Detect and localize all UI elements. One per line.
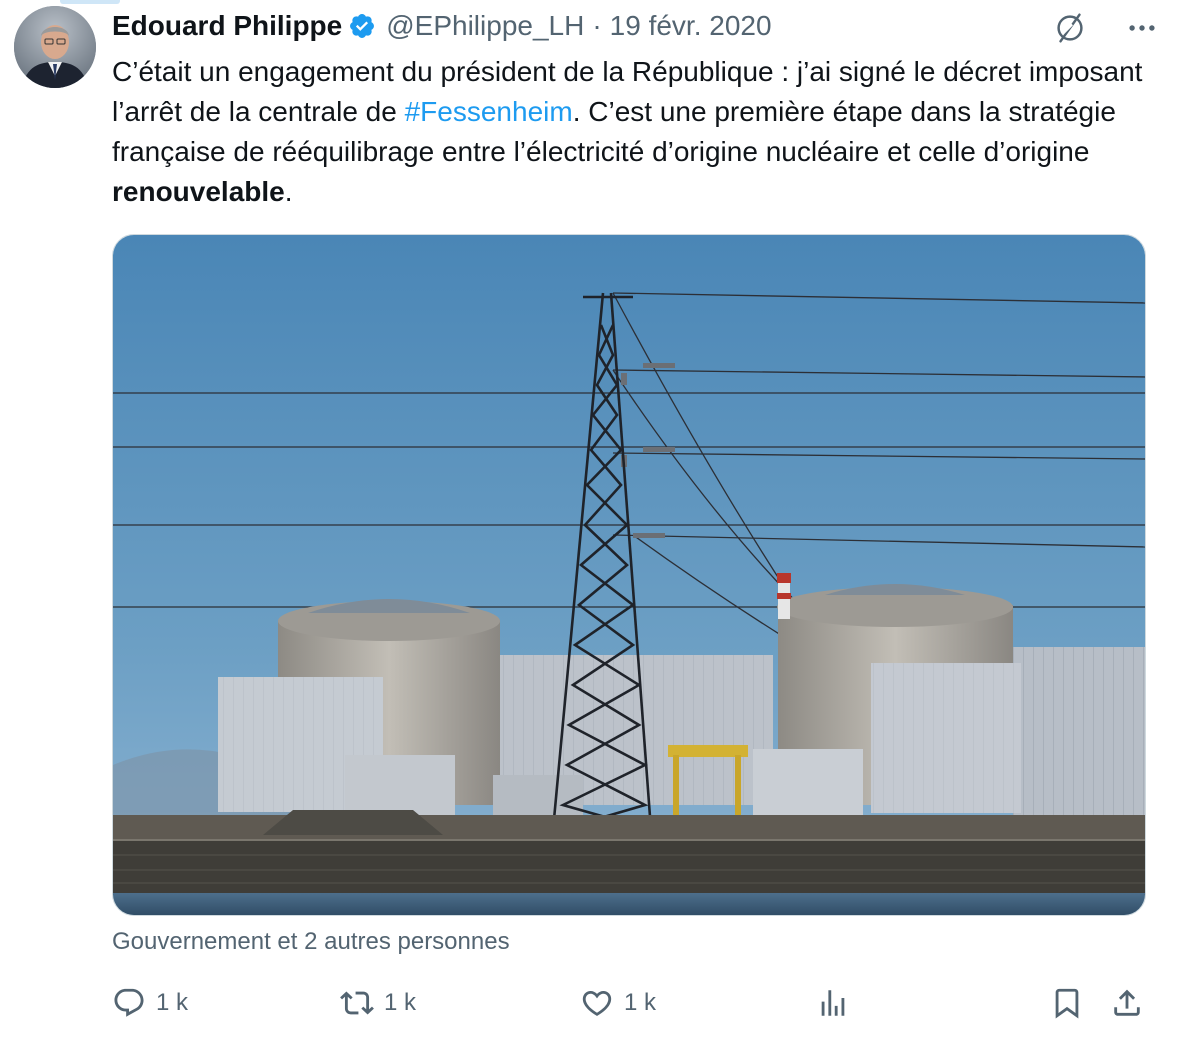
nuclear-plant-photo xyxy=(113,235,1145,915)
social-context[interactable]: Gouvernement et 2 autres personnes xyxy=(112,928,510,956)
tweet-action-bar: 1 k 1 k 1 k xyxy=(112,980,1152,1026)
tweet-header: Edouard Philippe @EPhilippe_LH · 19 févr… xyxy=(112,6,772,46)
like-button[interactable]: 1 k xyxy=(580,980,656,1026)
more-icon[interactable] xyxy=(1122,8,1162,48)
hashtag-link[interactable]: #Fessenheim xyxy=(405,96,573,127)
analytics-icon xyxy=(821,990,845,1016)
tweet-text-part3: . xyxy=(284,176,293,207)
reply-button[interactable]: 1 k xyxy=(112,980,188,1026)
heart-icon xyxy=(582,990,612,1016)
grok-icon[interactable] xyxy=(1050,8,1090,48)
author-handle[interactable]: @EPhilippe_LH xyxy=(386,10,584,42)
avatar[interactable] xyxy=(14,6,96,88)
views-button[interactable] xyxy=(816,980,850,1026)
share-button[interactable] xyxy=(1110,980,1144,1026)
bookmark-button[interactable] xyxy=(1050,980,1084,1026)
reply-icon xyxy=(114,988,144,1017)
avatar-portrait xyxy=(14,6,96,88)
retweet-icon xyxy=(340,991,374,1015)
verified-badge-icon[interactable] xyxy=(348,12,376,40)
header-actions xyxy=(1050,8,1162,48)
retweet-count: 1 k xyxy=(384,989,417,1016)
reply-count: 1 k xyxy=(156,989,189,1016)
top-accent-bar xyxy=(60,0,120,4)
like-count: 1 k xyxy=(624,989,657,1016)
tweet-date[interactable]: 19 févr. 2020 xyxy=(610,10,772,42)
retweet-button[interactable]: 1 k xyxy=(340,980,416,1026)
header-separator: · xyxy=(592,10,602,41)
display-name[interactable]: Edouard Philippe xyxy=(112,10,342,42)
tweet-bold-word: renouvelable xyxy=(112,176,285,207)
share-icon xyxy=(1114,989,1140,1016)
tweet-text: C’était un engagement du président de la… xyxy=(112,52,1172,212)
bookmark-icon xyxy=(1055,988,1079,1019)
tweet-media-image[interactable] xyxy=(112,234,1146,916)
